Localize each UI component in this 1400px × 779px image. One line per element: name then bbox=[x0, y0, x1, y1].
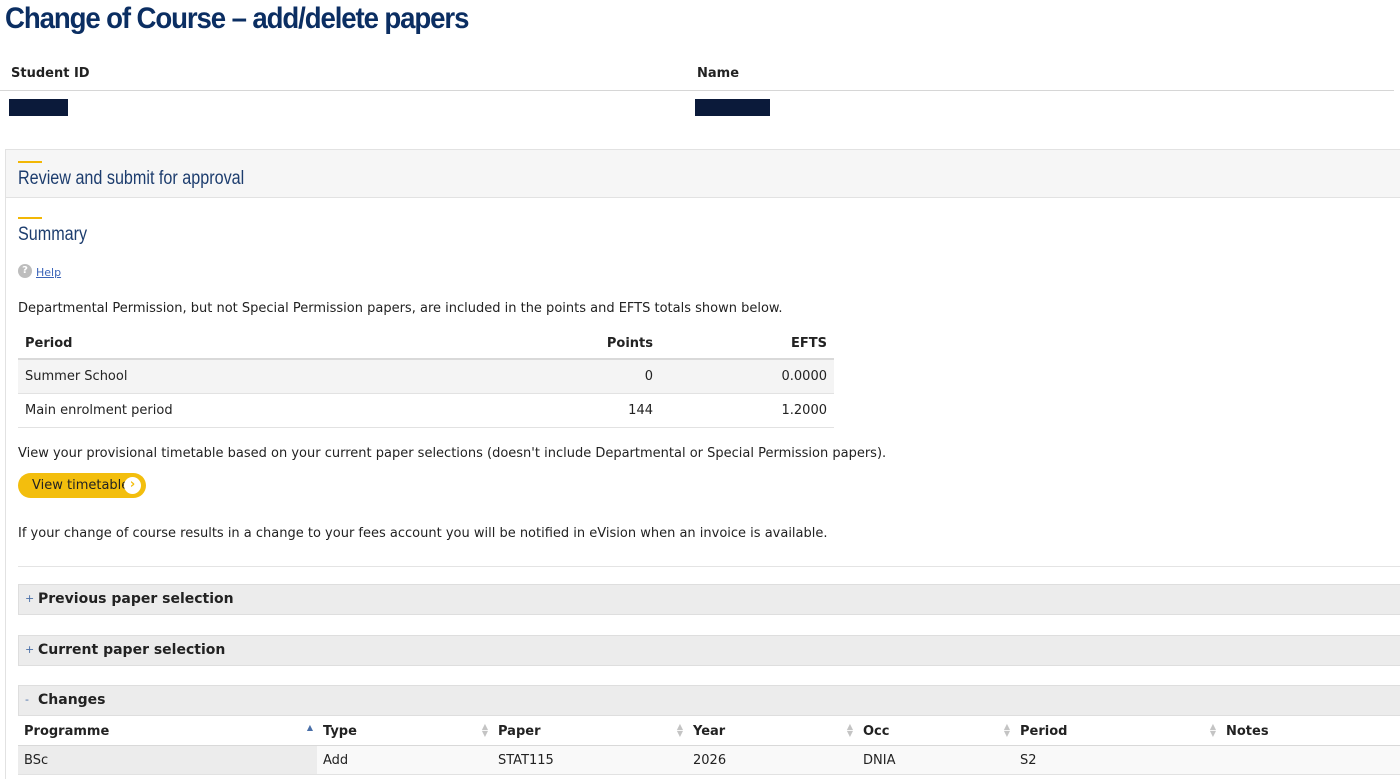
fees-note: If your change of course results in a ch… bbox=[18, 526, 828, 541]
student-header: Student ID Name bbox=[0, 58, 1394, 91]
review-title: Review and submit for approval bbox=[18, 168, 245, 189]
page-title: Change of Course – add/delete papers bbox=[5, 2, 469, 35]
help-icon[interactable]: ? bbox=[18, 264, 32, 278]
col-type[interactable]: Type ▲ ▼ bbox=[317, 717, 492, 746]
col-paper-label: Paper bbox=[498, 723, 541, 739]
points-cell: 144 bbox=[485, 393, 660, 428]
period-cell: Summer School bbox=[18, 359, 486, 394]
col-notes-label: Notes bbox=[1226, 723, 1269, 739]
col-occ-label: Occ bbox=[863, 723, 890, 739]
col-efts: EFTS bbox=[660, 328, 834, 360]
summary-row: Summer School 0 0.0000 bbox=[18, 359, 834, 394]
review-panel: Review and submit for approval Summary ?… bbox=[5, 149, 1400, 779]
summary-title: Summary bbox=[18, 224, 88, 245]
col-notes[interactable]: Notes bbox=[1220, 717, 1400, 746]
period-cell: S2 bbox=[1014, 745, 1220, 775]
col-programme[interactable]: Programme ▲ bbox=[18, 717, 317, 746]
col-points: Points bbox=[485, 328, 660, 360]
col-year[interactable]: Year ▲ ▼ bbox=[687, 717, 857, 746]
current-selection-label: Current paper selection bbox=[38, 642, 226, 658]
collapse-icon: - bbox=[25, 693, 29, 706]
help-link[interactable]: Help bbox=[36, 266, 61, 279]
summary-accent-line bbox=[18, 217, 42, 219]
previous-selection-label: Previous paper selection bbox=[38, 591, 234, 607]
changes-toggle[interactable]: - Changes bbox=[18, 685, 1400, 716]
sort-icon: ▲ ▼ bbox=[846, 722, 853, 738]
name-label: Name bbox=[697, 66, 740, 81]
student-id-label: Student ID bbox=[11, 66, 90, 81]
review-accent-line bbox=[18, 161, 42, 163]
efts-cell: 0.0000 bbox=[660, 359, 834, 394]
current-selection-toggle[interactable]: + Current paper selection bbox=[18, 635, 1400, 666]
points-cell: 0 bbox=[485, 359, 660, 394]
previous-selection-toggle[interactable]: + Previous paper selection bbox=[18, 584, 1400, 615]
view-timetable-label: View timetable bbox=[32, 478, 130, 493]
sort-ascending-icon: ▲ bbox=[306, 723, 313, 732]
col-occ[interactable]: Occ ▲ ▼ bbox=[857, 717, 1014, 746]
col-paper[interactable]: Paper ▲ ▼ bbox=[492, 717, 687, 746]
summary-table: Period Points EFTS Summer School 0 0.000… bbox=[18, 328, 834, 428]
changes-header-row: Programme ▲ Type ▲ ▼ Paper ▲ ▼ Year ▲ ▼ Occ ▲ ▼ P… bbox=[18, 717, 1400, 746]
view-timetable-button[interactable]: View timetable › bbox=[18, 473, 146, 498]
col-period[interactable]: Period ▲ ▼ bbox=[1014, 717, 1220, 746]
col-year-label: Year bbox=[693, 723, 726, 739]
name-redacted bbox=[695, 99, 770, 116]
col-programme-label: Programme bbox=[24, 723, 110, 739]
paper-cell: STAT115 bbox=[492, 745, 687, 775]
summary-row: Main enrolment period 144 1.2000 bbox=[18, 393, 834, 428]
chevron-right-icon: › bbox=[124, 477, 141, 494]
changes-label: Changes bbox=[38, 692, 106, 708]
points-note: Departmental Permission, but not Special… bbox=[18, 301, 783, 316]
sort-icon: ▲ ▼ bbox=[1209, 722, 1216, 738]
expand-icon: + bbox=[25, 643, 35, 656]
divider bbox=[18, 566, 1400, 567]
timetable-note: View your provisional timetable based on… bbox=[18, 446, 887, 461]
col-period-label: Period bbox=[1020, 723, 1068, 739]
table-row: BSc Add STAT115 2026 DNIA S2 bbox=[18, 745, 1400, 775]
type-cell: Add bbox=[317, 745, 492, 775]
expand-icon: + bbox=[25, 592, 35, 605]
student-id-redacted bbox=[9, 99, 68, 116]
col-type-label: Type bbox=[323, 723, 357, 739]
period-cell: Main enrolment period bbox=[18, 393, 486, 428]
notes-cell bbox=[1220, 745, 1400, 775]
sort-icon: ▲ ▼ bbox=[1003, 722, 1010, 738]
changes-table: Programme ▲ Type ▲ ▼ Paper ▲ ▼ Year ▲ ▼ Occ ▲ ▼ P… bbox=[18, 717, 1400, 775]
col-period: Period bbox=[18, 328, 486, 360]
review-header: Review and submit for approval bbox=[6, 150, 1400, 198]
sort-icon: ▲ ▼ bbox=[676, 722, 683, 738]
efts-cell: 1.2000 bbox=[660, 393, 834, 428]
summary-header-row: Period Points EFTS bbox=[18, 328, 834, 360]
occ-cell: DNIA bbox=[857, 745, 1014, 775]
year-cell: 2026 bbox=[687, 745, 857, 775]
sort-icon: ▲ ▼ bbox=[481, 722, 488, 738]
programme-cell: BSc bbox=[18, 745, 317, 775]
